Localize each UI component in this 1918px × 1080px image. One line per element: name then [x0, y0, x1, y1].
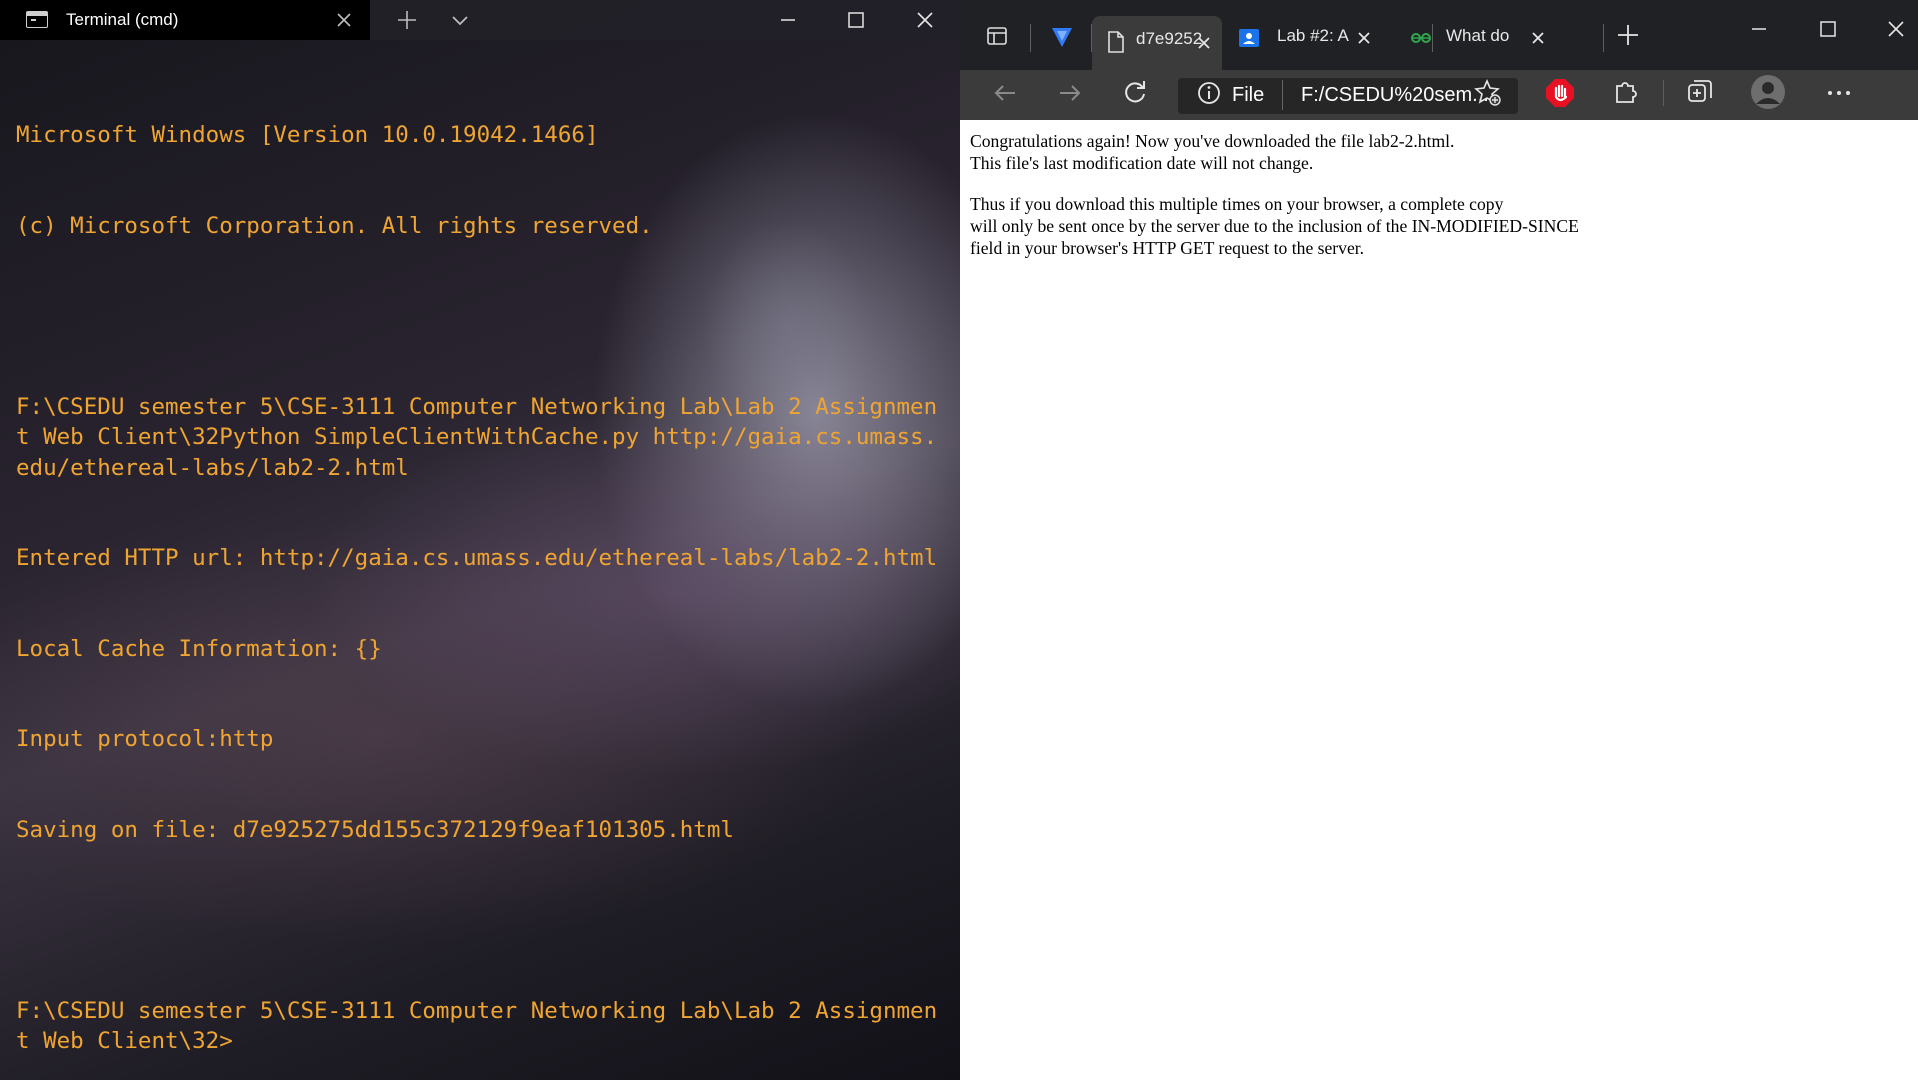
- minimize-button[interactable]: [1747, 17, 1771, 41]
- tab-lab2[interactable]: Lab #2: A: [1222, 16, 1392, 62]
- page-text-line: field in your browser's HTTP GET request…: [970, 238, 1365, 258]
- maximize-button[interactable]: [842, 6, 870, 34]
- document-icon: [1106, 30, 1126, 54]
- close-tab-icon[interactable]: [334, 10, 354, 30]
- paragraph: Congratulations again! Now you've downlo…: [970, 130, 1900, 174]
- page-text-line: This file's last modification date will …: [970, 153, 1314, 173]
- terminal-line: Input protocol:http: [16, 726, 274, 753]
- vpn-shield-icon[interactable]: [1048, 23, 1076, 51]
- terminal-line: Entered HTTP url: http://gaia.cs.umass.e…: [16, 545, 938, 572]
- info-icon[interactable]: [1196, 80, 1222, 106]
- close-window-button[interactable]: [911, 6, 939, 34]
- terminal-output[interactable]: Microsoft Windows [Version 10.0.19042.14…: [16, 60, 946, 1080]
- tab-title: Lab #2: A: [1277, 26, 1349, 45]
- refresh-icon[interactable]: [1120, 77, 1150, 107]
- add-favorite-icon[interactable]: [1473, 78, 1503, 108]
- tab-what-do[interactable]: What do: [1392, 16, 1562, 62]
- new-tab-plus-icon[interactable]: [395, 8, 419, 32]
- address-url[interactable]: F:/CSEDU%20sem...: [1301, 84, 1489, 107]
- adblock-icon[interactable]: [1544, 77, 1576, 109]
- tab-active-document[interactable]: d7e9252: [1092, 16, 1222, 70]
- paragraph: Thus if you download this multiple times…: [970, 193, 1900, 259]
- maximize-button[interactable]: [1816, 17, 1840, 41]
- terminal-line: Saving on file: d7e925275dd155c372129f9e…: [16, 817, 734, 844]
- terminal-prompt: F:\CSEDU semester 5\CSE-3111 Computer Ne…: [16, 998, 938, 1055]
- collections-icon[interactable]: [1685, 77, 1715, 107]
- browser-window: d7e9252 Lab #2: A What do File F:/CSEDU%…: [960, 0, 1918, 1080]
- page-text-line: will only be sent once by the server due…: [970, 216, 1579, 236]
- terminal-tab[interactable]: Terminal (cmd): [0, 0, 370, 40]
- profile-avatar[interactable]: [1750, 74, 1786, 110]
- address-separator: [1282, 80, 1283, 110]
- tab-actions-icon[interactable]: [985, 24, 1009, 48]
- terminal-line: F:\CSEDU semester 5\CSE-3111 Computer Ne…: [16, 394, 938, 481]
- close-tab-icon[interactable]: [1528, 28, 1548, 48]
- page-text-line: Congratulations again! Now you've downlo…: [970, 131, 1455, 151]
- terminal-tab-title: Terminal (cmd): [66, 10, 179, 29]
- tab-title: What do: [1446, 26, 1510, 45]
- toolbar-separator: [1663, 80, 1664, 106]
- classroom-icon: [1237, 26, 1261, 50]
- minimize-button[interactable]: [774, 6, 802, 34]
- tab-separator: [1603, 24, 1604, 52]
- more-options-icon[interactable]: [1824, 78, 1854, 108]
- page-content: Congratulations again! Now you've downlo…: [970, 130, 1900, 278]
- close-tab-icon[interactable]: [1354, 28, 1374, 48]
- chevron-down-icon[interactable]: [448, 8, 472, 32]
- browser-tabstrip: d7e9252 Lab #2: A What do: [960, 0, 1918, 70]
- terminal-line: Microsoft Windows [Version 10.0.19042.14…: [16, 122, 599, 149]
- extensions-puzzle-icon[interactable]: [1611, 77, 1641, 107]
- address-scheme-label: File: [1232, 84, 1265, 106]
- page-text-line: Thus if you download this multiple times…: [970, 194, 1504, 214]
- link-icon: [1409, 28, 1433, 48]
- forward-arrow-icon[interactable]: [1055, 78, 1085, 108]
- close-window-button[interactable]: [1884, 17, 1908, 41]
- new-tab-plus-icon[interactable]: [1615, 22, 1641, 48]
- terminal-window: Terminal (cmd) Microsoft Windows [Versio…: [0, 0, 960, 1080]
- terminal-line: Local Cache Information: {}: [16, 635, 382, 662]
- terminal-line: (c) Microsoft Corporation. All rights re…: [16, 213, 653, 240]
- terminal-icon: [26, 11, 48, 28]
- close-tab-icon[interactable]: [1194, 33, 1214, 53]
- tab-separator: [1030, 24, 1031, 52]
- back-arrow-icon[interactable]: [990, 78, 1020, 108]
- terminal-titlebar: Terminal (cmd): [0, 0, 960, 40]
